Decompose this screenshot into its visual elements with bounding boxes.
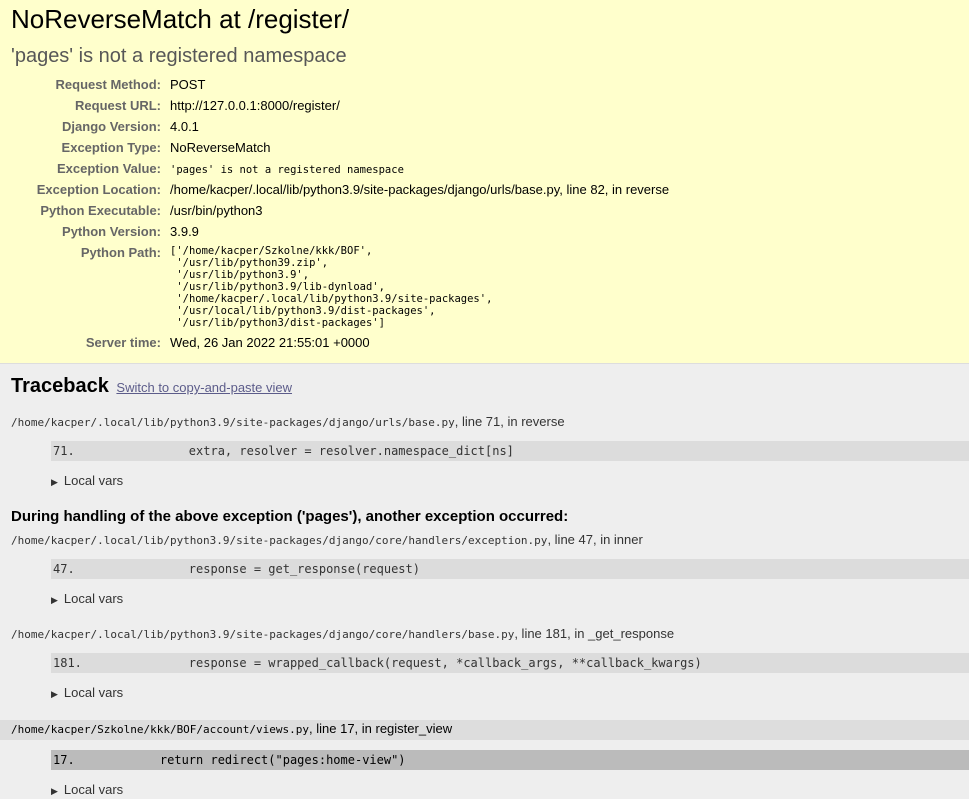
- traceback-frame: /home/kacper/.local/lib/python3.9/site-p…: [11, 414, 969, 490]
- python-path-list: ['/home/kacper/Szkolne/kkk/BOF', '/usr/l…: [170, 245, 493, 329]
- switch-to-copy-paste-link[interactable]: Switch to copy-and-paste view: [116, 380, 292, 395]
- code-text: return redirect("pages:home-view"): [131, 753, 406, 767]
- meta-row: Python Path: ['/home/kacper/Szkolne/kkk/…: [11, 242, 669, 332]
- traceback-section: Traceback Switch to copy-and-paste view …: [0, 364, 969, 799]
- meta-row: Exception Type: NoReverseMatch: [11, 137, 669, 158]
- handling-message: During handling of the above exception (…: [11, 508, 569, 525]
- frame-location: , line 71, in reverse: [454, 414, 565, 429]
- local-vars-toggle[interactable]: ▶ Local vars: [51, 782, 969, 799]
- traceback-frame: /home/kacper/.local/lib/python3.9/site-p…: [11, 626, 969, 702]
- local-vars-toggle[interactable]: ▶ Local vars: [51, 591, 969, 608]
- meta-row: Python Version: 3.9.9: [11, 221, 669, 242]
- local-vars-label: Local vars: [63, 782, 124, 797]
- local-vars-label: Local vars: [63, 591, 124, 606]
- meta-row: Exception Value: 'pages' is not a regist…: [11, 158, 669, 179]
- frame-location: , line 17, in register_view: [309, 721, 453, 736]
- local-vars-toggle[interactable]: ▶ Local vars: [51, 685, 969, 702]
- context-line[interactable]: 181. response = wrapped_callback(request…: [51, 653, 969, 673]
- meta-value: Wed, 26 Jan 2022 21:55:01 +0000: [170, 335, 370, 350]
- disclosure-triangle-icon: ▶: [51, 786, 58, 796]
- meta-value: /usr/bin/python3: [170, 203, 263, 218]
- frame-file-path: /home/kacper/.local/lib/python3.9/site-p…: [11, 532, 969, 549]
- line-number: 181.: [53, 656, 82, 670]
- local-vars-label: Local vars: [63, 473, 124, 488]
- meta-value: 4.0.1: [170, 119, 199, 134]
- meta-label: Python Version:: [62, 224, 161, 239]
- line-number: 17.: [53, 753, 75, 767]
- meta-row: Exception Location: /home/kacper/.local/…: [11, 179, 669, 200]
- meta-label: Django Version:: [62, 119, 161, 134]
- meta-label: Request URL:: [75, 98, 161, 113]
- traceback-frame-user: /home/kacper/Szkolne/kkk/BOF/account/vie…: [0, 720, 969, 799]
- frame-path: /home/kacper/Szkolne/kkk/BOF/account/vie…: [11, 723, 310, 736]
- meta-label: Exception Location:: [36, 182, 161, 197]
- code-text: response = wrapped_callback(request, *ca…: [131, 656, 702, 670]
- code-text: extra, resolver = resolver.namespace_dic…: [131, 444, 514, 458]
- code-text: response = get_response(request): [131, 562, 420, 576]
- request-meta-table: Request Method: POST Request URL: http:/…: [11, 74, 669, 353]
- meta-label: Request Method:: [55, 77, 161, 92]
- frame-file-path: /home/kacper/.local/lib/python3.9/site-p…: [11, 414, 969, 431]
- meta-value: 3.9.9: [170, 224, 199, 239]
- frame-location: , line 47, in inner: [547, 532, 643, 547]
- line-number: 71.: [53, 444, 75, 458]
- meta-label: Server time:: [85, 335, 161, 350]
- meta-label: Python Executable:: [40, 203, 161, 218]
- frame-path: /home/kacper/.local/lib/python3.9/site-p…: [11, 534, 548, 547]
- disclosure-triangle-icon: ▶: [51, 477, 58, 487]
- frame-path: /home/kacper/.local/lib/python3.9/site-p…: [11, 628, 515, 641]
- page-title: NoReverseMatch at /register/: [11, 4, 350, 34]
- meta-label: Exception Type:: [61, 140, 161, 155]
- traceback-frame: /home/kacper/.local/lib/python3.9/site-p…: [11, 532, 969, 608]
- disclosure-triangle-icon: ▶: [51, 689, 58, 699]
- meta-value: http://127.0.0.1:8000/register/: [170, 98, 340, 113]
- meta-value: POST: [170, 77, 206, 92]
- meta-value: 'pages' is not a registered namespace: [170, 158, 669, 179]
- exception-subtitle: 'pages' is not a registered namespace: [11, 45, 347, 67]
- meta-row: Python Executable: /usr/bin/python3: [11, 200, 669, 221]
- local-vars-label: Local vars: [63, 685, 124, 700]
- frame-path: /home/kacper/.local/lib/python3.9/site-p…: [11, 416, 455, 429]
- traceback-heading: Traceback Switch to copy-and-paste view: [11, 374, 969, 400]
- meta-row: Server time: Wed, 26 Jan 2022 21:55:01 +…: [11, 332, 669, 353]
- frame-file-path: /home/kacper/.local/lib/python3.9/site-p…: [11, 626, 969, 643]
- exception-value-code: 'pages' is not a registered namespace: [170, 164, 404, 176]
- disclosure-triangle-icon: ▶: [51, 595, 58, 605]
- context-line[interactable]: 71. extra, resolver = resolver.namespace…: [51, 441, 969, 461]
- meta-label: Python Path:: [80, 245, 161, 260]
- meta-row: Django Version: 4.0.1: [11, 116, 669, 137]
- frame-file-path: /home/kacper/Szkolne/kkk/BOF/account/vie…: [0, 720, 969, 740]
- meta-value: /home/kacper/.local/lib/python3.9/site-p…: [170, 182, 670, 197]
- traceback-title: Traceback: [11, 375, 109, 397]
- line-number: 47.: [53, 562, 75, 576]
- frame-location: , line 181, in _get_response: [514, 626, 675, 641]
- error-summary: NoReverseMatch at /register/ 'pages' is …: [0, 0, 969, 364]
- meta-value: ['/home/kacper/Szkolne/kkk/BOF', '/usr/l…: [170, 242, 669, 332]
- context-line[interactable]: 47. response = get_response(request): [51, 559, 969, 579]
- meta-row: Request Method: POST: [11, 74, 669, 95]
- meta-value: NoReverseMatch: [170, 140, 271, 155]
- meta-label: Exception Value:: [56, 161, 161, 176]
- context-line[interactable]: 17. return redirect("pages:home-view"): [51, 750, 969, 770]
- meta-row: Request URL: http://127.0.0.1:8000/regis…: [11, 95, 669, 116]
- local-vars-toggle[interactable]: ▶ Local vars: [51, 473, 969, 490]
